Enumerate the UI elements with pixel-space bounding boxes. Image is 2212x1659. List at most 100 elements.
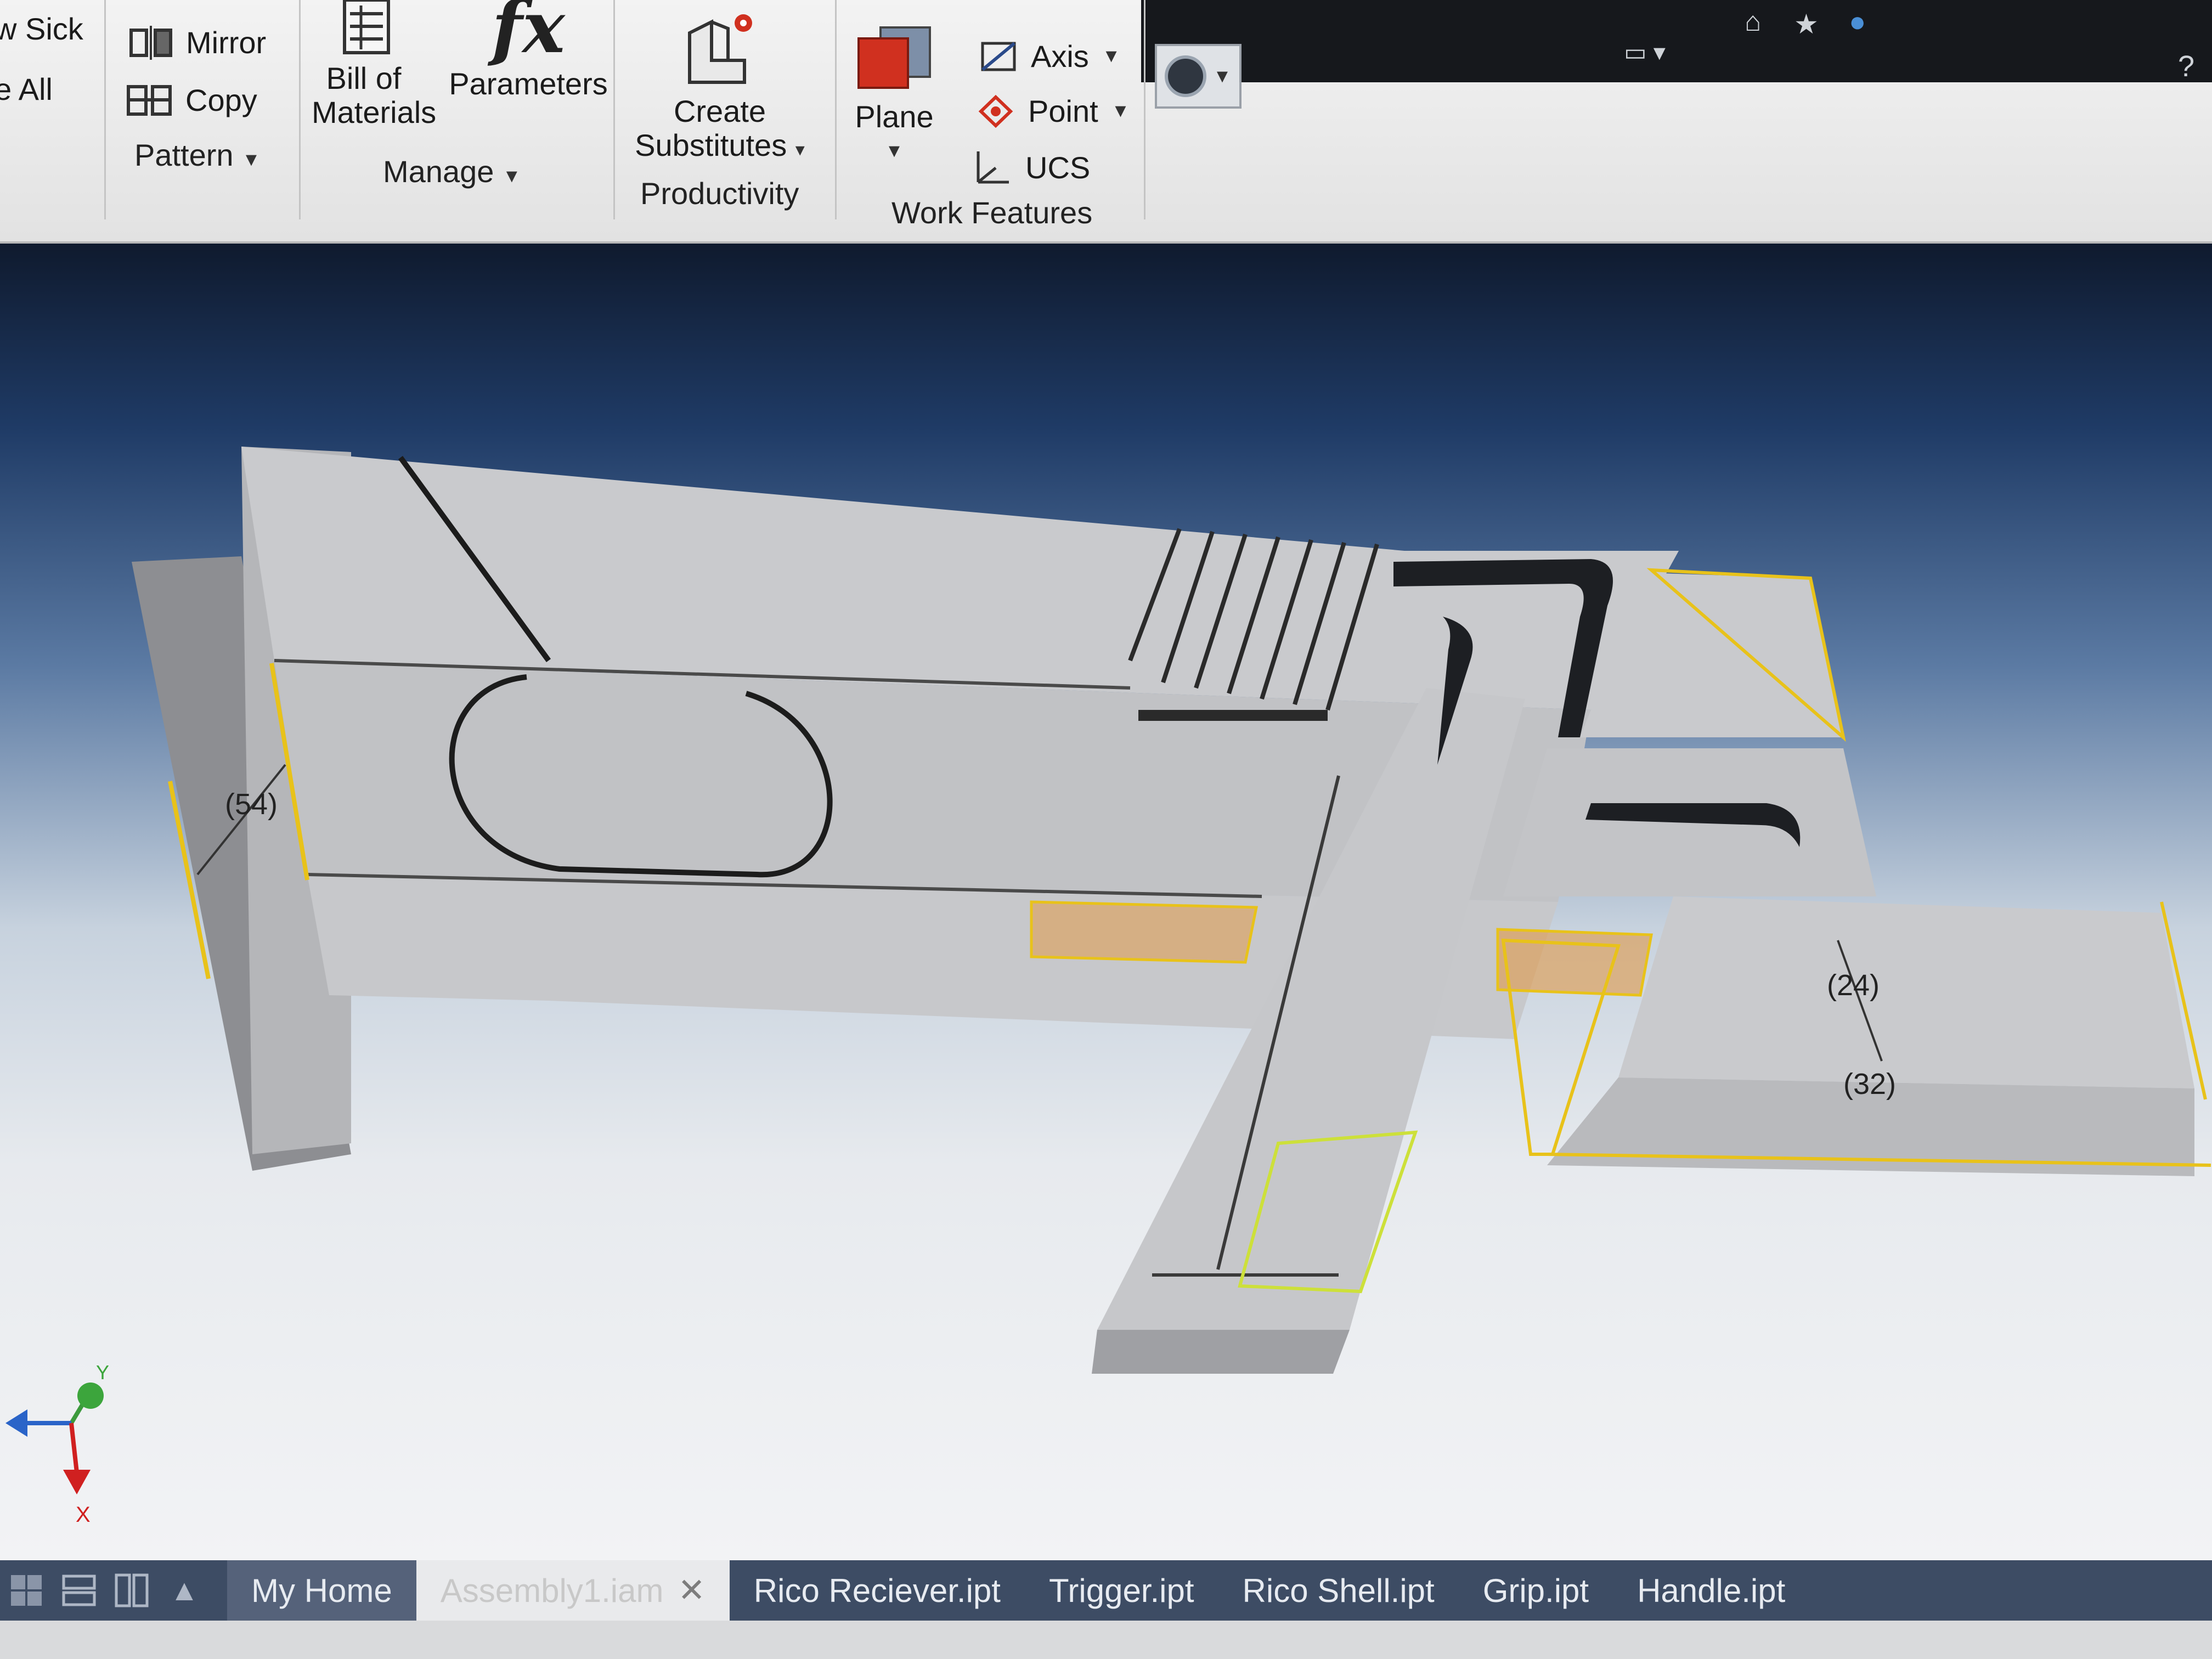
plane-icon <box>857 26 931 89</box>
create-substitutes-label-line2: Substitutes ▾ <box>635 128 805 162</box>
create-substitutes-button[interactable]: Create Substitutes ▾ <box>632 11 808 167</box>
pattern-panel-title[interactable]: Pattern ▼ <box>134 137 261 173</box>
hidden-part-highlight-right <box>1496 928 1653 997</box>
dim-54[interactable]: (54) <box>225 788 278 821</box>
bill-of-materials-button[interactable]: Bill of Materials <box>312 0 437 129</box>
status-bar <box>0 1621 2212 1659</box>
chevron-down-icon: ▼ <box>502 166 521 187</box>
document-tab-bar: ▲ My Home Assembly1.iam ✕ Rico Reciever.i… <box>0 1560 2212 1659</box>
ucs-label: UCS <box>1025 150 1091 185</box>
parameters-icon: fx <box>492 0 565 69</box>
productivity-panel: Create Substitutes ▾ Productivity <box>616 0 837 219</box>
dim-24[interactable]: (24) <box>1827 969 1880 1002</box>
chevron-down-icon: ▾ <box>795 139 805 160</box>
tab-grip-label: Grip.ipt <box>1482 1572 1589 1609</box>
tab-my-home-label: My Home <box>251 1572 392 1609</box>
title-bar: ▭ ▾ ⌂ ★ ● ? <box>1141 0 2212 83</box>
show-all-label: e All <box>0 72 53 106</box>
triad-x-axis <box>63 1470 91 1494</box>
create-substitutes-label-line1: Create <box>673 94 766 128</box>
chevron-down-icon: ▼ <box>1213 65 1232 87</box>
show-sick-button[interactable]: w Sick <box>0 11 83 47</box>
point-button[interactable]: Point ▼ <box>977 93 1130 129</box>
tab-assembly1[interactable]: Assembly1.iam ✕ <box>416 1560 730 1621</box>
show-all-button[interactable]: e All <box>0 71 53 107</box>
ucs-button[interactable]: UCS <box>974 148 1090 187</box>
manage-title-text: Manage <box>383 154 494 189</box>
tab-rico-shell[interactable]: Rico Shell.ipt <box>1218 1560 1459 1621</box>
favorites-icon[interactable]: ★ <box>1794 8 1819 40</box>
view-triad[interactable]: X Y <box>5 1361 109 1527</box>
groove-base <box>1138 710 1328 721</box>
user-icon[interactable]: ● <box>1849 5 1866 38</box>
plane-button[interactable]: Plane ▼ <box>848 22 941 168</box>
tab-rico-shell-label: Rico Shell.ipt <box>1242 1572 1435 1609</box>
work-features-panel-title: Work Features <box>891 195 1092 230</box>
tile-icon[interactable] <box>0 1560 53 1621</box>
view-shield-icon <box>1165 55 1207 97</box>
triad-y-axis <box>77 1383 104 1409</box>
handle-block-top <box>1618 896 2194 1088</box>
manage-panel: Bill of Materials fx Parameters Manage ▼ <box>301 0 615 219</box>
parameters-label: Parameters <box>449 66 608 101</box>
tab-trigger-label: Trigger.ipt <box>1048 1572 1194 1609</box>
help-icon[interactable]: ? <box>2178 49 2194 83</box>
mirror-icon <box>129 25 172 60</box>
tab-trigger[interactable]: Trigger.ipt <box>1025 1560 1218 1621</box>
create-substitutes-icon <box>688 14 752 84</box>
axis-icon <box>981 42 1016 71</box>
chevron-down-icon: ▼ <box>242 149 261 170</box>
tab-assembly1-label: Assembly1.iam <box>440 1572 664 1609</box>
point-icon <box>978 94 1013 128</box>
tab-handle-label: Handle.ipt <box>1637 1572 1786 1609</box>
parameters-button[interactable]: fx Parameters <box>449 0 608 101</box>
dim-32[interactable]: (32) <box>1843 1068 1896 1101</box>
ribbon-partial-panel: w Sick e All <box>0 0 106 219</box>
tab-grip[interactable]: Grip.ipt <box>1459 1560 1613 1621</box>
bom-label-line2: Materials <box>312 95 437 129</box>
tab-my-home[interactable]: My Home <box>227 1560 416 1621</box>
graphics-viewport[interactable]: (54) (24) (32) X Y <box>0 244 2212 1560</box>
ucs-icon <box>977 151 1009 184</box>
tab-rico-reciever-label: Rico Reciever.ipt <box>753 1572 1001 1609</box>
mirror-button[interactable]: Mirror <box>129 25 266 60</box>
chevron-down-icon: ▼ <box>1111 100 1130 121</box>
manage-panel-title[interactable]: Manage ▼ <box>383 154 521 189</box>
work-features-panel: Plane ▼ Axis ▼ Point ▼ UCS Work Features <box>837 0 1146 230</box>
assembly-model[interactable]: (54) (24) (32) X Y <box>0 244 2212 1560</box>
tile-vertical-icon[interactable] <box>105 1560 158 1621</box>
copy-icon <box>127 84 172 116</box>
copy-button[interactable]: Copy <box>126 82 257 118</box>
mirror-label: Mirror <box>186 25 267 60</box>
quick-access-icon[interactable]: ▭ ▾ <box>1624 38 1666 66</box>
ribbon: ▭ ▾ ⌂ ★ ● ? w Sick e All Mirror Copy Pat… <box>0 0 2212 244</box>
hidden-part-highlight <box>1030 900 1259 964</box>
copy-label: Copy <box>185 83 257 117</box>
bom-label-line1: Bill of <box>326 61 402 95</box>
show-sick-label: w Sick <box>0 12 83 46</box>
productivity-title-text: Productivity <box>640 176 799 211</box>
tab-strip: ▲ My Home Assembly1.iam ✕ Rico Reciever.i… <box>0 1560 2212 1621</box>
close-icon[interactable]: ✕ <box>678 1571 706 1610</box>
triad-x-label: X <box>76 1503 91 1527</box>
chevron-down-icon: ▼ <box>885 140 904 161</box>
bill-of-materials-icon <box>343 0 390 54</box>
productivity-panel-title: Productivity <box>640 176 799 211</box>
tab-handle[interactable]: Handle.ipt <box>1613 1560 1809 1621</box>
plane-label: Plane <box>855 99 934 134</box>
work-features-title-text: Work Features <box>891 195 1093 230</box>
pattern-title-text: Pattern <box>134 138 234 172</box>
triad-y-label: Y <box>96 1361 109 1384</box>
tab-rico-reciever[interactable]: Rico Reciever.ipt <box>730 1560 1025 1621</box>
sign-in-icon[interactable]: ⌂ <box>1745 5 1761 37</box>
axis-label: Axis <box>1031 39 1089 74</box>
navigate-dropdown[interactable]: ▼ <box>1155 44 1242 109</box>
triad-z-axis <box>5 1409 27 1437</box>
point-label: Point <box>1028 94 1098 128</box>
chevron-down-icon: ▼ <box>1102 46 1121 66</box>
tab-menu-up-icon[interactable]: ▲ <box>158 1560 211 1621</box>
axis-button[interactable]: Axis ▼ <box>979 38 1120 74</box>
pattern-panel: Mirror Copy Pattern ▼ <box>104 0 301 219</box>
trigger-shadow <box>1092 1330 1350 1374</box>
tile-horizontal-icon[interactable] <box>53 1560 105 1621</box>
